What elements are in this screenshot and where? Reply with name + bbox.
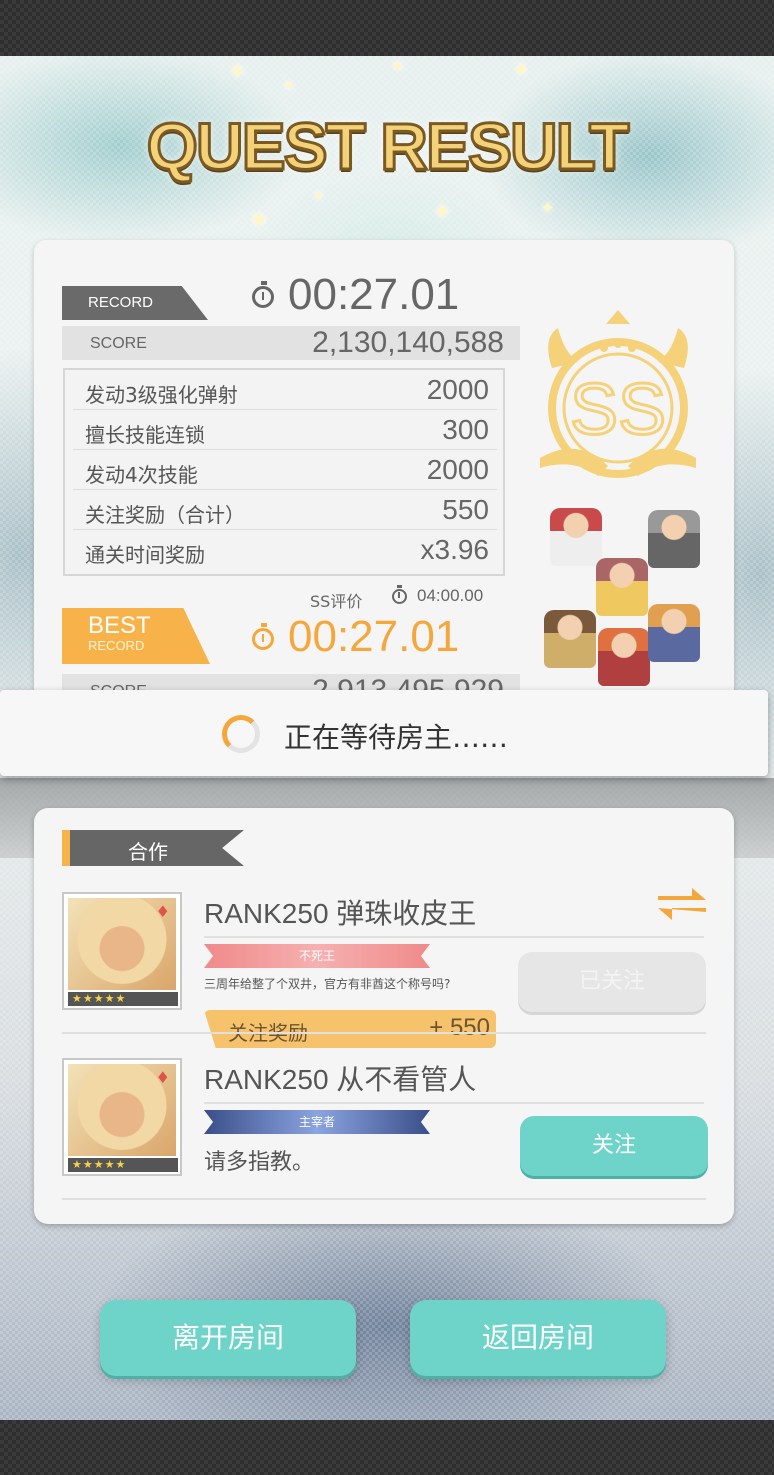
character-sprite (648, 604, 700, 662)
name-divider (204, 936, 704, 938)
best-time-value: 00:27.01 (288, 612, 460, 661)
return-room-button[interactable]: 返回房间 (410, 1300, 666, 1376)
bonus-row: 发动3级强化弹射 2000 (73, 370, 497, 410)
bonus-label: 擅长技能连锁 (85, 423, 205, 447)
ss-eval-time: 04:00.00 (392, 585, 484, 606)
bonus-value: 300 (442, 414, 489, 445)
score-label: SCORE (90, 335, 147, 352)
swap-arrows-icon[interactable] (658, 886, 706, 922)
sparkle-icon: ✦ (248, 206, 270, 236)
score-value: 2,130,140,588 (312, 326, 504, 359)
bonus-value: 550 (442, 494, 489, 525)
sparkle-icon: ✦ (432, 198, 453, 226)
loading-spinner-icon (222, 715, 260, 753)
avatar-art: ♦ (68, 1064, 176, 1156)
stopwatch-icon (252, 281, 274, 309)
player-row: ♦ ★★★★★ RANK250 弹珠收皮王 不死王 三周年给整了个双井，官方有非… (62, 892, 706, 1022)
best-tag-line2: RECORD (88, 638, 145, 653)
coop-tag: 合作 (62, 830, 244, 866)
sparkle-icon: ✦ (512, 58, 531, 83)
ss-rank-text: SS (570, 370, 666, 450)
bonus-list: 发动3级强化弹射 2000 擅长技能连锁 300 发动4次技能 2000 关注奖… (63, 368, 505, 576)
stopwatch-icon (392, 585, 407, 605)
bonus-row: 擅长技能连锁 300 (73, 410, 497, 450)
sparkle-icon: ✦ (282, 76, 296, 95)
player-comment: 请多指教。 (204, 1150, 315, 1175)
character-sprite (598, 628, 650, 686)
sparkle-icon: ✦ (390, 56, 406, 77)
ss-eval-time-value: 04:00.00 (417, 586, 484, 605)
sparkle-icon: ✦ (312, 186, 326, 205)
avatar-star-rating: ★★★★★ (68, 1158, 178, 1172)
follow-bonus-bar: 关注奖励 + 550 (204, 1010, 496, 1048)
followed-button[interactable]: 已关注 (518, 952, 706, 1012)
name-divider (204, 1102, 704, 1104)
avatar-star-rating: ★★★★★ (68, 992, 178, 1006)
bonus-label: 发动4次技能 (85, 463, 198, 487)
player-title-ribbon: 不死王 (204, 944, 430, 968)
best-record-tag: BEST RECORD (62, 608, 210, 664)
player-avatar[interactable]: ♦ ★★★★★ (62, 892, 182, 1010)
bonus-value: x3.96 (420, 534, 490, 565)
bottom-frame-bar (0, 1420, 774, 1475)
best-time: 00:27.01 (252, 612, 459, 662)
best-tag-line1: BEST (88, 612, 151, 639)
player-comment: 三周年给整了个双井，官方有非酋这个称号吗? (204, 977, 451, 991)
bonus-row: 关注奖励（合计） 550 (73, 490, 497, 530)
bonus-value: 2000 (426, 454, 489, 485)
quest-result-title: QUEST RESULT (145, 108, 631, 185)
result-card: RECORD 00:27.01 SCORE 2,130,140,588 发动3级… (34, 240, 734, 700)
bonus-label: 发动3级强化弹射 (85, 383, 238, 407)
sparkle-icon: ✦ (540, 198, 556, 219)
waiting-for-host-banner: 正在等待房主…… (0, 690, 768, 776)
follow-button[interactable]: 关注 (520, 1116, 708, 1176)
character-sprite (550, 508, 602, 566)
record-time: 00:27.01 (252, 270, 459, 320)
row-divider (62, 1032, 706, 1034)
player-name: RANK250 弹珠收皮王 (204, 898, 477, 929)
record-score-row: SCORE 2,130,140,588 (62, 326, 520, 360)
follow-bonus-value: + 550 (429, 1014, 490, 1041)
player-avatar[interactable]: ♦ ★★★★★ (62, 1058, 182, 1176)
avatar-art: ♦ (68, 898, 176, 990)
character-sprite (648, 510, 700, 568)
coop-card: 合作 ♦ ★★★★★ RANK250 弹珠收皮王 不死王 三周年给整了个双井，官… (34, 808, 734, 1224)
leave-room-button[interactable]: 离开房间 (100, 1300, 356, 1376)
top-frame-bar (0, 0, 774, 56)
row-divider (62, 1198, 706, 1200)
waiting-text: 正在等待房主…… (284, 721, 509, 754)
bonus-value: 2000 (426, 374, 489, 405)
stopwatch-icon (252, 623, 274, 651)
player-title-ribbon: 主宰者 (204, 1110, 430, 1134)
record-tag: RECORD (62, 286, 208, 320)
party-characters (540, 500, 710, 690)
player-name: RANK250 从不看管人 (204, 1064, 477, 1095)
bonus-row: 通关时间奖励 x3.96 (73, 530, 497, 570)
character-sprite (544, 610, 596, 668)
bonus-label: 通关时间奖励 (85, 543, 205, 567)
bonus-row: 发动4次技能 2000 (73, 450, 497, 490)
ss-eval-label: SS评价 (310, 592, 363, 611)
gem-icon: ♦ (155, 902, 170, 921)
player-row: ♦ ★★★★★ RANK250 从不看管人 主宰者 请多指教。 关注 (62, 1058, 708, 1188)
ss-rank-badge-icon: SS (540, 310, 696, 478)
gem-icon: ♦ (155, 1068, 170, 1087)
sparkle-icon: ✦ (228, 60, 247, 85)
character-sprite (596, 558, 648, 616)
record-time-value: 00:27.01 (288, 270, 460, 319)
bonus-label: 关注奖励（合计） (85, 503, 245, 527)
